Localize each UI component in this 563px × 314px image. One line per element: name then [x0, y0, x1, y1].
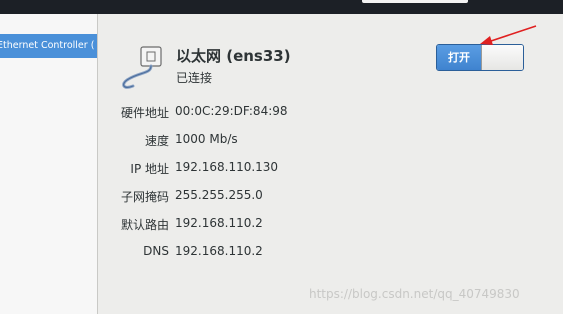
detail-value-default-route: 192.168.110.2 — [175, 216, 263, 230]
detail-label-speed: 速度 — [144, 134, 169, 148]
detail-label-subnet-mask: 子网掩码 — [120, 190, 169, 204]
toggle-on-label: 打开 — [437, 45, 481, 70]
connection-status: 已连接 — [176, 71, 213, 85]
detail-label-dns: DNS — [143, 244, 169, 258]
detail-value-dns: 192.168.110.2 — [175, 244, 263, 258]
detail-label-ip-address: IP 地址 — [130, 162, 169, 176]
watermark-text: https://blog.csdn.net/qq_40749830 — [309, 287, 520, 301]
detail-label-hardware-address: 硬件地址 — [120, 106, 169, 120]
connection-title: 以太网 (ens33) — [176, 47, 291, 65]
ethernet-cable-icon — [122, 46, 162, 89]
detail-value-speed: 1000 Mb/s — [175, 132, 238, 146]
detail-label-default-route: 默认路由 — [120, 218, 169, 232]
top-bar — [0, 0, 563, 14]
device-list: Ethernet Controller ( — [0, 14, 98, 314]
detail-value-hardware-address: 00:0C:29:DF:84:98 — [175, 104, 288, 118]
annotation-arrow-icon — [480, 25, 537, 45]
top-bar-search-field[interactable] — [362, 0, 468, 3]
detail-value-ip-address: 192.168.110.130 — [175, 160, 279, 174]
device-list-item-ethernet[interactable]: Ethernet Controller ( — [0, 34, 97, 58]
device-list-item-label: Ethernet Controller ( — [0, 40, 95, 51]
detail-value-subnet-mask: 255.255.255.0 — [175, 188, 263, 202]
